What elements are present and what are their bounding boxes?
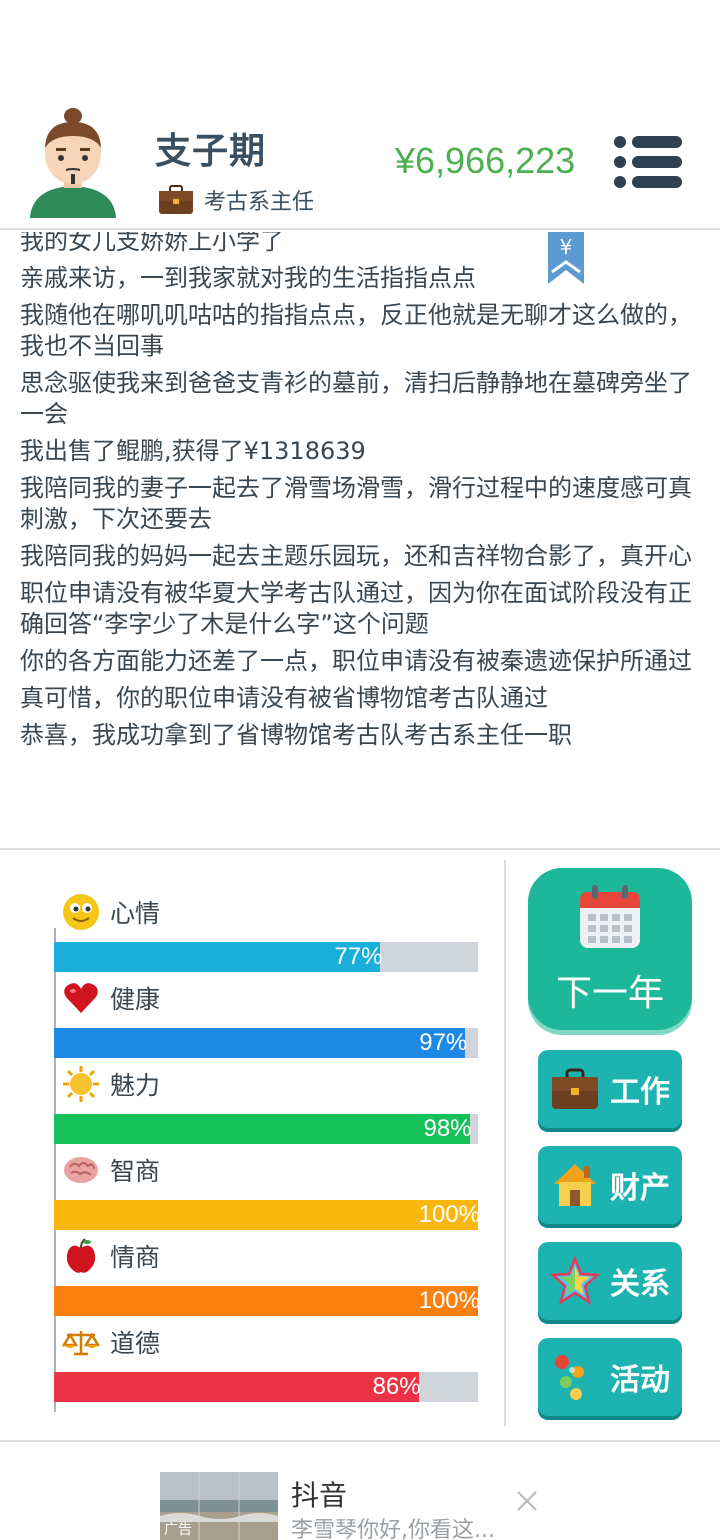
- stat-value: 97%: [419, 1029, 468, 1056]
- smiley-icon: [63, 894, 99, 930]
- money-bookmark-icon[interactable]: ¥: [548, 232, 584, 284]
- stat-bar: 77%: [54, 942, 478, 972]
- star-icon: [550, 1256, 600, 1305]
- log-entry: 真可惜，你的职位申请没有被省博物馆考古队通过: [20, 684, 548, 712]
- assets-button[interactable]: 财产: [538, 1146, 682, 1224]
- ad-badge: 广告: [164, 1521, 192, 1537]
- stat-value: 98%: [423, 1115, 472, 1142]
- player-name: 支子期: [155, 130, 267, 171]
- player-header: 支子期 考古系主任 ¥6,966,223: [0, 100, 720, 230]
- briefcase-icon: [552, 1068, 598, 1109]
- house-icon: [554, 1164, 596, 1206]
- next-year-button[interactable]: 下一年: [528, 868, 692, 1030]
- apple-icon: [66, 1238, 96, 1273]
- job-title: 考古系主任: [204, 189, 315, 214]
- stat-label: 健康: [110, 985, 161, 1014]
- stat-bar: 100%: [54, 1200, 480, 1230]
- stat-label: 情商: [110, 1243, 161, 1272]
- job-row: 考古系主任: [158, 184, 314, 216]
- stat-value: 86%: [372, 1373, 421, 1400]
- assets-label: 财产: [610, 1171, 670, 1206]
- stats-panel: 心情 77% 健康 97% 魅力 98% 智商 100% 情商 100% 道德 …: [0, 858, 720, 1442]
- log-entry: 我出售了鲲鹏,获得了¥1318639: [20, 437, 366, 465]
- close-icon[interactable]: [514, 1488, 540, 1514]
- next-year-label: 下一年: [555, 973, 664, 1014]
- stat-label: 智商: [110, 1157, 161, 1186]
- activity-dots-icon: [555, 1355, 584, 1400]
- relations-button[interactable]: 关系: [538, 1242, 682, 1320]
- log-entry: 思念驱使我来到爸爸支青衫的墓前，清扫后静静地在墓碑旁坐了一会: [20, 369, 692, 428]
- log-entry: 你的各方面能力还差了一点，职位申请没有被秦遗迹保护所通过: [20, 647, 692, 675]
- calendar-icon: [580, 885, 640, 948]
- sun-icon: [63, 1066, 99, 1102]
- stat-bar: 100%: [54, 1286, 480, 1316]
- avatar[interactable]: [28, 108, 118, 218]
- log-entry: 我的女儿支娇娇上小学了: [20, 232, 284, 255]
- briefcase-icon: [159, 185, 193, 214]
- stat-bar: 86%: [54, 1372, 478, 1402]
- log-entry: 我陪同我的妻子一起去了滑雪场滑雪，滑行过程中的速度感可真刺激，下次还要去: [20, 474, 692, 533]
- stat-charm: 魅力 98%: [54, 1064, 478, 1150]
- ad-title: 抖音: [291, 1479, 348, 1512]
- stat-bar: 97%: [54, 1028, 478, 1058]
- work-label: 工作: [610, 1075, 670, 1110]
- stat-value: 100%: [418, 1201, 480, 1228]
- event-log[interactable]: 我的女儿支娇娇上小学了 亲戚来访，一到我家就对我的生活指指点点 我随他在哪叽叽咕…: [0, 232, 720, 850]
- stat-value: 100%: [418, 1287, 480, 1314]
- stat-morality: 道德 86%: [54, 1322, 478, 1408]
- heart-icon: [64, 983, 98, 1013]
- panel-divider: [504, 860, 506, 1426]
- stat-health: 健康 97%: [54, 978, 478, 1064]
- log-entry: 我陪同我的妈妈一起去主题乐园玩，还和吉祥物合影了，真开心: [20, 542, 692, 570]
- event-list: 我的女儿支娇娇上小学了 亲戚来访，一到我家就对我的生活指指点点 我随他在哪叽叽咕…: [20, 232, 692, 757]
- stat-label: 魅力: [110, 1071, 161, 1100]
- log-entry: 恭喜，我成功拿到了省博物馆考古队考古系主任一职: [20, 721, 572, 749]
- log-entry: 我随他在哪叽叽咕咕的指指点点，反正他就是无聊才这么做的，我也不当回事: [20, 301, 692, 360]
- stat-mood: 心情 77%: [54, 892, 478, 978]
- scales-icon: [62, 1331, 100, 1356]
- stat-bar: 98%: [54, 1114, 478, 1144]
- relations-label: 关系: [610, 1267, 670, 1302]
- work-button[interactable]: 工作: [538, 1050, 682, 1128]
- ad-banner[interactable]: 广告 抖音 李雪琴你好,你看这...: [0, 1444, 720, 1540]
- bookmark-symbol: ¥: [560, 235, 573, 259]
- log-entry: 职位申请没有被华夏大学考古队通过，因为你在面试阶段没有正确回答“李字少了木是什么…: [20, 579, 692, 638]
- activities-button[interactable]: 活动: [538, 1338, 682, 1416]
- ad-description: 李雪琴你好,你看这...: [291, 1518, 495, 1540]
- activities-label: 活动: [610, 1363, 670, 1398]
- money-balance: ¥6,966,223: [395, 140, 576, 181]
- log-entry: 亲戚来访，一到我家就对我的生活指指点点: [20, 264, 476, 292]
- menu-icon[interactable]: [612, 134, 684, 190]
- stat-eq: 情商 100%: [54, 1236, 480, 1322]
- stat-label: 心情: [110, 899, 161, 928]
- brain-icon: [64, 1157, 98, 1183]
- stat-label: 道德: [110, 1329, 161, 1358]
- ad-thumbnail[interactable]: 广告: [160, 1472, 278, 1540]
- stat-value: 77%: [334, 943, 383, 970]
- stat-iq: 智商 100%: [54, 1150, 480, 1236]
